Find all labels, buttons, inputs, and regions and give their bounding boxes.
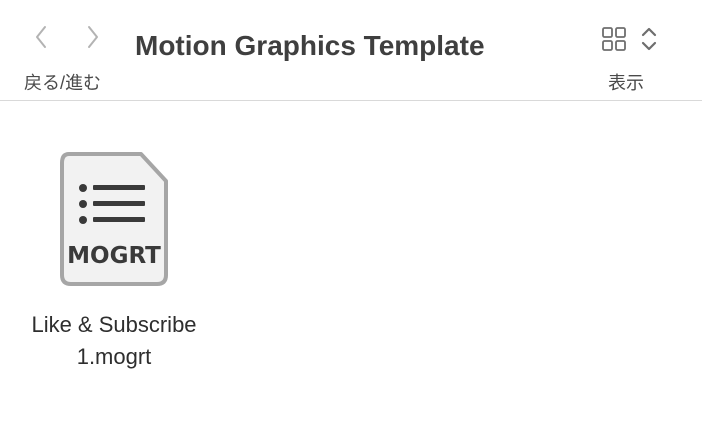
file-browser-content: MOGRT Like & Subscribe 1.mogrt [0, 101, 702, 430]
view-mode-button[interactable] [601, 26, 627, 52]
file-name: Like & Subscribe 1.mogrt [8, 309, 220, 373]
chevron-right-icon [88, 26, 98, 48]
chevron-up-down-icon [641, 27, 657, 51]
file-type-label: MOGRT [67, 243, 161, 269]
grid-view-icon [602, 27, 626, 51]
window-title: Motion Graphics Template [135, 30, 485, 61]
view-options-button[interactable] [640, 24, 658, 54]
chevron-left-icon [36, 26, 46, 48]
mogrt-file-icon: MOGRT [60, 152, 168, 286]
file-item[interactable]: MOGRT Like & Subscribe 1.mogrt [8, 151, 220, 371]
file-name-line2: 1.mogrt [76, 344, 152, 369]
nav-label: 戻る/進む [24, 73, 102, 93]
finder-toolbar: 戻る/進む Motion Graphics Template 表示 [0, 0, 702, 101]
back-button[interactable] [28, 22, 54, 52]
file-name-line1: Like & Subscribe [31, 312, 197, 337]
view-label: 表示 [608, 73, 644, 93]
forward-button[interactable] [80, 22, 106, 52]
